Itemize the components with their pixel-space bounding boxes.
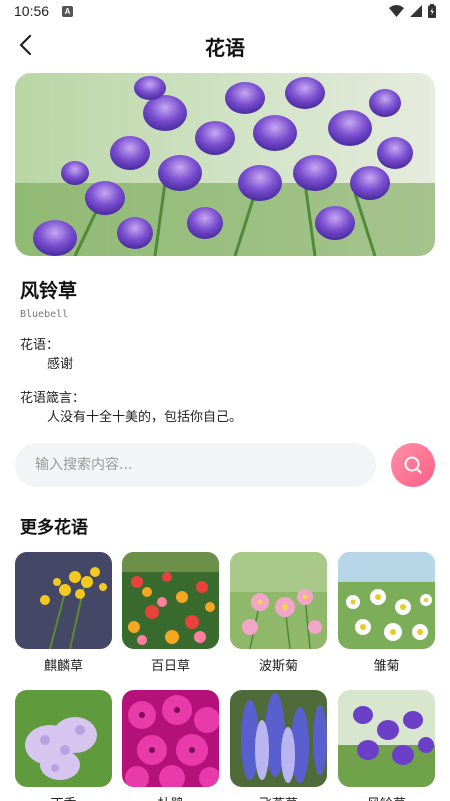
search-icon xyxy=(404,456,422,474)
flower-card-label: 雏菊 xyxy=(373,659,400,674)
flower-thumbnail xyxy=(230,552,327,649)
battery-icon xyxy=(428,4,436,18)
search-button[interactable] xyxy=(391,443,435,487)
flower-name: 风铃草 xyxy=(20,280,78,302)
status-icons xyxy=(389,4,436,18)
flower-card-label: 丁香 xyxy=(15,793,112,801)
notification-icon: A xyxy=(62,6,73,17)
flower-card-qilincao[interactable]: 麒麟草 xyxy=(15,552,112,674)
status-bar: 10:56 A xyxy=(0,0,450,24)
flower-language-value: 感谢 xyxy=(47,357,74,372)
flower-thumbnail xyxy=(338,552,435,649)
flower-card-label: 波斯菊 xyxy=(258,659,298,674)
flower-thumbnail xyxy=(338,690,435,787)
flower-card-bosiju[interactable]: 波斯菊 xyxy=(230,552,327,674)
flower-card-feiyancao[interactable]: 飞燕草 xyxy=(230,690,327,801)
wifi-icon xyxy=(389,5,404,17)
flower-card-label: 杜鹃 xyxy=(122,793,219,801)
flower-card-label: 麒麟草 xyxy=(43,659,83,674)
flower-thumbnail xyxy=(15,690,112,787)
flower-english-name: Bluebell xyxy=(20,309,69,320)
flower-card-label: 风铃草 xyxy=(338,793,435,801)
flower-card-bairicao[interactable]: 百日草 xyxy=(122,552,219,674)
hero-image xyxy=(15,73,435,256)
flower-thumbnail xyxy=(122,552,219,649)
flower-thumbnail xyxy=(230,690,327,787)
page-title: 花语 xyxy=(205,36,245,60)
flower-card-label: 百日草 xyxy=(150,659,190,674)
flower-card-dingxiang[interactable]: 丁香 xyxy=(15,690,112,801)
flower-language-label: 花语： xyxy=(20,338,60,353)
flower-card-fenglingcao[interactable]: 风铃草 xyxy=(338,690,435,801)
flower-quote-value: 人没有十全十美的，包括你自己。 xyxy=(47,410,243,425)
flower-card-dujuan[interactable]: 杜鹃 xyxy=(122,690,219,801)
flower-thumbnail xyxy=(15,552,112,649)
more-section-title: 更多花语 xyxy=(20,518,88,538)
signal-icon xyxy=(410,5,422,17)
search-input[interactable] xyxy=(15,443,376,487)
flower-card-chuju[interactable]: 雏菊 xyxy=(338,552,435,674)
status-time: 10:56 xyxy=(14,3,50,19)
flower-quote-label: 花语箴言： xyxy=(20,391,86,406)
flower-card-label: 飞燕草 xyxy=(230,793,327,801)
header: 花语 xyxy=(0,24,450,66)
search-box xyxy=(15,443,376,487)
flower-thumbnail xyxy=(122,690,219,787)
